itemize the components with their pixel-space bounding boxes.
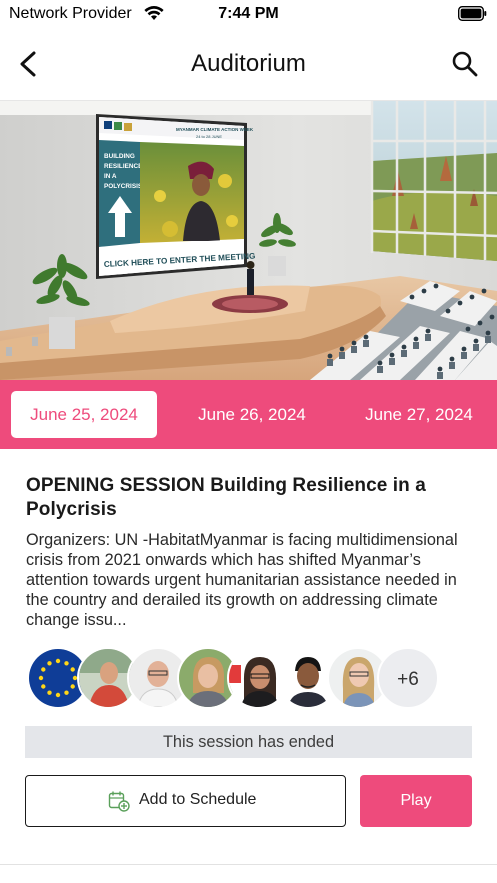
auditorium-hero[interactable]: MYANMAR CLIMATE ACTION WEEK 24 to 28 JUN… [0,101,497,380]
add-to-schedule-button[interactable]: Add to Schedule [25,775,346,827]
screen-headline-4: POLYCRISIS [104,183,143,190]
status-bar: Network Provider 7:44 PM [0,0,497,28]
session-title: OPENING SESSION Building Resilience in a… [26,475,426,520]
screen-dates-text: 24 to 28 JUNE [196,134,222,139]
screen-headline-1: BUILDING [104,153,135,160]
speaker-avatars: +6 [27,647,447,709]
nav-bar: Auditorium [0,28,497,101]
date-tabs: June 25, 2024 June 26, 2024 June 27, 202… [0,380,497,449]
tab-june-25[interactable]: June 25, 2024 [11,391,157,438]
session-status-banner: This session has ended [25,726,472,758]
tab-june-27[interactable]: June 27, 2024 [348,391,490,438]
tab-june-26[interactable]: June 26, 2024 [180,391,324,438]
more-speakers-badge[interactable]: +6 [377,647,439,709]
page-title: Auditorium [191,50,306,77]
play-button[interactable]: Play [360,775,472,827]
bottom-divider [0,864,497,865]
calendar-add-icon [108,791,130,812]
search-icon[interactable] [451,50,479,78]
screen-headline-2: RESILIENCE [104,163,143,170]
auditorium-illustration: MYANMAR CLIMATE ACTION WEEK 24 to 28 JUN… [0,101,497,380]
screen-header-text: MYANMAR CLIMATE ACTION WEEK [176,127,254,132]
battery-icon [458,6,487,21]
screen-headline-3: IN A [104,173,117,180]
clock: 7:44 PM [218,5,279,22]
add-to-schedule-label: Add to Schedule [139,791,257,808]
session-description: Organizers: UN -HabitatMyanmar is facing… [26,531,458,629]
